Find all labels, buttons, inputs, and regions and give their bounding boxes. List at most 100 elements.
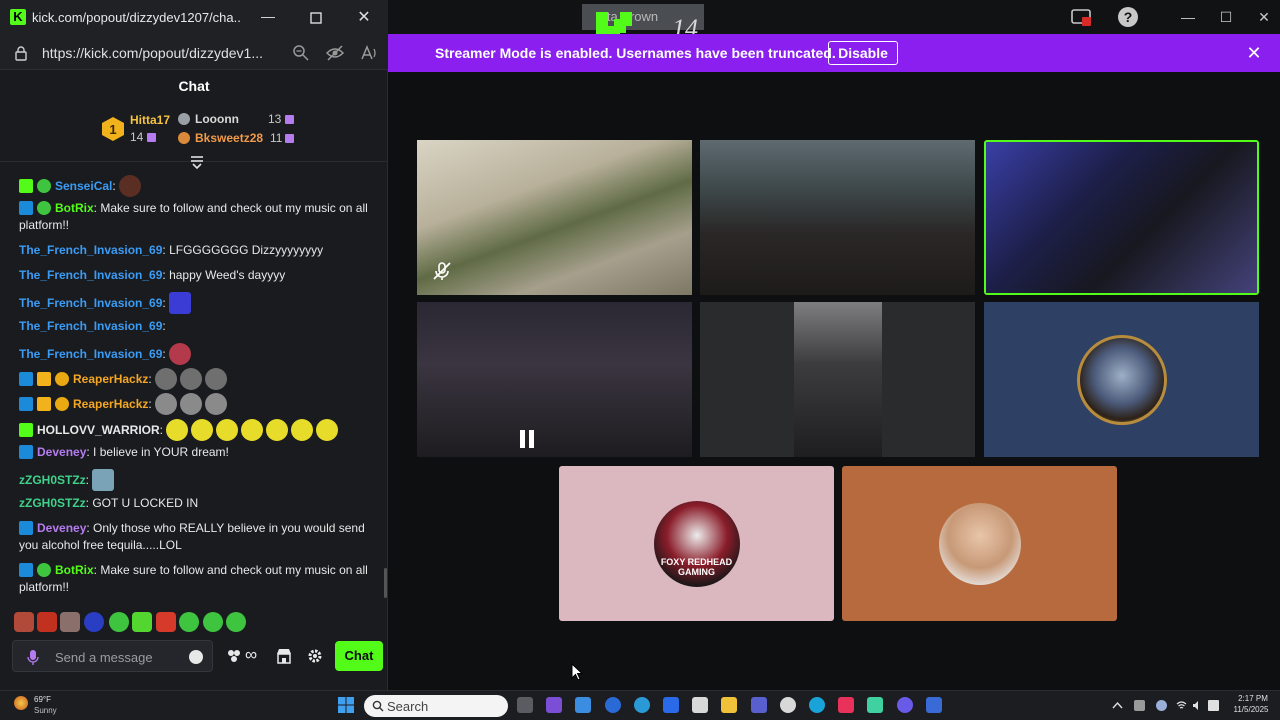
emote-icon[interactable]: [37, 612, 57, 632]
wifi-icon[interactable]: [1176, 700, 1187, 711]
leaderboard-first-name[interactable]: Hitta17: [130, 113, 170, 127]
chat-separator: :: [148, 397, 156, 411]
leaderboard-third-name[interactable]: Bksweetz28: [195, 131, 263, 145]
chat-username[interactable]: ReaperHackz: [73, 397, 148, 411]
chat-username[interactable]: SenseiCal: [55, 179, 112, 193]
chat-username[interactable]: BotRix: [55, 201, 94, 215]
chat-message: The_French_Invasion_69:: [19, 343, 369, 365]
chat-username[interactable]: Deveney: [37, 521, 86, 535]
clock-time[interactable]: 2:17 PM: [1233, 694, 1273, 703]
mic-tray-icon[interactable]: [1156, 700, 1167, 711]
edge-icon[interactable]: [809, 697, 825, 713]
pause-icon[interactable]: [517, 428, 537, 450]
discord-icon[interactable]: [897, 697, 913, 713]
app-icon[interactable]: [867, 697, 883, 713]
video-tile-3-active[interactable]: [984, 140, 1259, 295]
message-input[interactable]: Send a message: [12, 640, 213, 672]
emote-icon[interactable]: [203, 612, 223, 632]
video-tile-5[interactable]: [700, 302, 975, 457]
hp-icon[interactable]: [605, 697, 621, 713]
quick-emote-bar: [14, 612, 254, 632]
emote-icon[interactable]: [84, 612, 104, 632]
chat-username[interactable]: zZGH0STZz: [19, 473, 86, 487]
mic-icon[interactable]: [27, 649, 39, 665]
url-text[interactable]: https://kick.com/popout/dizzydev1...: [42, 45, 282, 61]
maps-icon[interactable]: [838, 697, 854, 713]
emote-icon[interactable]: [14, 612, 34, 632]
chat-username[interactable]: The_French_Invasion_69: [19, 243, 162, 257]
zoom-icon[interactable]: [292, 44, 310, 62]
video-tile-2[interactable]: [700, 140, 975, 295]
chat-username[interactable]: BotRix: [55, 563, 94, 577]
emote-icon[interactable]: [226, 612, 246, 632]
clock-date[interactable]: 11/5/2025: [1228, 705, 1274, 714]
weather-condition[interactable]: Sunny: [34, 706, 57, 715]
leaderboard-toggle-icon[interactable]: [190, 155, 204, 169]
help-icon[interactable]: ?: [1118, 7, 1138, 27]
weather-temperature[interactable]: 69°F: [34, 695, 51, 704]
app-icon[interactable]: [575, 697, 591, 713]
emote-icon[interactable]: [132, 612, 152, 632]
disable-streamer-mode-button[interactable]: Disable: [828, 41, 898, 65]
avatar-tile-7[interactable]: FOXY REDHEAD GAMING: [559, 466, 834, 621]
rank-1-text: 1: [109, 122, 116, 137]
minimize-button[interactable]: —: [1178, 7, 1198, 27]
network-off-icon[interactable]: [1134, 700, 1145, 711]
store-icon[interactable]: [276, 648, 292, 664]
chat-scrollbar[interactable]: [384, 568, 387, 598]
task-view-icon[interactable]: [517, 697, 533, 713]
mouse-cursor-icon: [571, 663, 583, 681]
chat-username[interactable]: The_French_Invasion_69: [19, 347, 162, 361]
chat-username[interactable]: Deveney: [37, 445, 86, 459]
close-button[interactable]: ✕: [1254, 7, 1274, 27]
infinity-icon[interactable]: ∞: [245, 646, 263, 663]
zoom-app-icon[interactable]: [663, 697, 679, 713]
read-aloud-icon[interactable]: [360, 44, 378, 62]
app-icon[interactable]: [926, 697, 942, 713]
eye-off-icon[interactable]: [326, 44, 344, 62]
steam-icon[interactable]: [780, 697, 796, 713]
weather-sun-icon[interactable]: [14, 696, 28, 710]
emote-icon[interactable]: [60, 612, 80, 632]
chat-minimize-button[interactable]: —: [258, 8, 278, 28]
chat-username[interactable]: The_French_Invasion_69: [19, 319, 162, 333]
teams-icon[interactable]: [751, 697, 767, 713]
verified-badge-icon: [37, 201, 51, 215]
emote-icon[interactable]: [109, 612, 129, 632]
points-icon[interactable]: [226, 648, 242, 664]
chat-maximize-button[interactable]: [306, 8, 326, 28]
chat-message-list[interactable]: SenseiCal: BotRix: Make sure to follow a…: [0, 170, 388, 600]
store-app-icon[interactable]: [692, 697, 708, 713]
emoji-icon[interactable]: [189, 650, 203, 664]
emote-icon[interactable]: [179, 612, 199, 632]
maximize-button[interactable]: ☐: [1216, 7, 1236, 27]
chat-username[interactable]: The_French_Invasion_69: [19, 296, 162, 310]
chat-username[interactable]: ReaperHackz: [73, 372, 148, 386]
chat-username[interactable]: HOLLOVV_WARRIOR: [37, 423, 160, 437]
address-bar[interactable]: https://kick.com/popout/dizzydev1...: [0, 36, 388, 70]
chat-title: Chat: [178, 78, 210, 94]
windows-start-icon[interactable]: [338, 697, 354, 713]
edge-beta-icon[interactable]: [634, 697, 650, 713]
file-explorer-icon[interactable]: [721, 697, 737, 713]
banner-close-icon[interactable]: ✕: [1244, 43, 1264, 63]
cast-icon[interactable]: [1070, 6, 1092, 28]
video-tile-4[interactable]: [417, 302, 692, 457]
chat-username[interactable]: zZGH0STZz: [19, 496, 86, 510]
gear-icon[interactable]: [307, 648, 323, 664]
battery-icon[interactable]: [1208, 700, 1219, 711]
chat-username[interactable]: The_French_Invasion_69: [19, 268, 162, 282]
leaderboard-second-name[interactable]: Looonn: [195, 112, 239, 126]
chat-send-button[interactable]: Chat: [335, 641, 383, 671]
chevron-up-icon[interactable]: [1112, 700, 1123, 711]
copilot-icon[interactable]: [546, 697, 562, 713]
lock-icon: [15, 46, 27, 61]
video-tile-1[interactable]: [417, 140, 692, 295]
verified-badge-icon: [37, 179, 51, 193]
avatar-tile-6[interactable]: [984, 302, 1259, 457]
taskbar-search-box[interactable]: Search: [364, 695, 508, 717]
volume-icon[interactable]: [1192, 700, 1203, 711]
emote-icon[interactable]: [156, 612, 176, 632]
chat-close-button[interactable]: ✕: [354, 8, 374, 28]
avatar-tile-8[interactable]: [842, 466, 1117, 621]
